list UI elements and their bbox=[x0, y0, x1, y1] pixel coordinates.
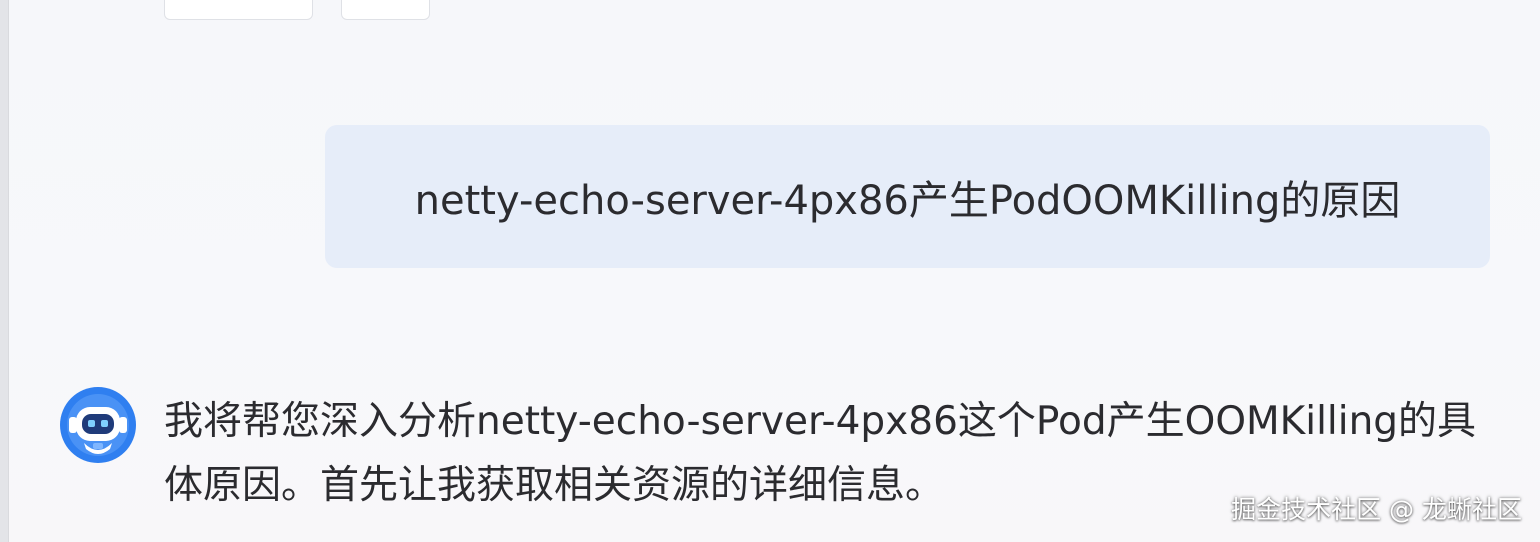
user-message-text: netty-echo-server-4px86产生PodOOMKilling的原… bbox=[414, 177, 1401, 224]
robot-avatar-graphic bbox=[60, 387, 136, 463]
robot-avatar-icon bbox=[60, 387, 136, 463]
user-message-bubble: netty-echo-server-4px86产生PodOOMKilling的原… bbox=[325, 125, 1490, 268]
action-button-secondary[interactable] bbox=[341, 0, 430, 20]
action-button[interactable] bbox=[164, 0, 313, 20]
sidebar-edge bbox=[0, 0, 9, 542]
watermark-text: 掘金技术社区 @ 龙蜥社区 bbox=[1231, 495, 1522, 524]
